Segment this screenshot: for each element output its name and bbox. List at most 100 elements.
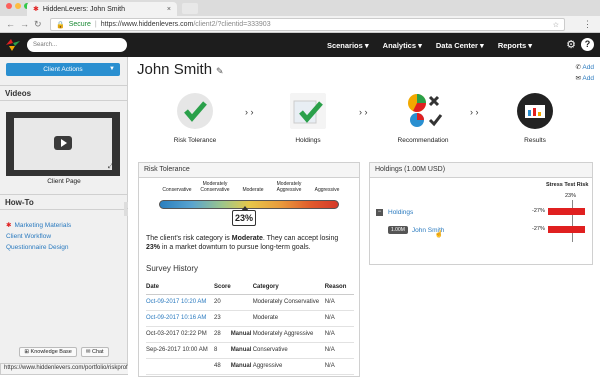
step-arrow-icon: › › bbox=[245, 107, 254, 117]
play-icon[interactable] bbox=[54, 136, 72, 150]
url-divider: | bbox=[94, 21, 97, 28]
survey-date-link[interactable]: Oct-09-2017 10:20 AM bbox=[146, 294, 214, 311]
holdings-panel-title: Holdings (1.00M USD) bbox=[370, 163, 592, 178]
survey-category: Conservative bbox=[252, 342, 325, 359]
forward-icon[interactable]: → bbox=[20, 19, 29, 29]
table-row: Oct-09-2017 10:16 AM 23 Moderate N/A bbox=[146, 310, 354, 327]
survey-reason: N/A bbox=[324, 310, 354, 327]
add-email[interactable]: ✉ Add bbox=[576, 73, 594, 84]
col-score: Score bbox=[214, 281, 231, 295]
tab-title: HiddenLevers: John Smith bbox=[42, 5, 125, 13]
howto-links: ✱ Marketing Materials Client Workflow Que… bbox=[6, 220, 71, 253]
survey-reason: N/A bbox=[324, 326, 354, 343]
menu-reports[interactable]: Reports ▾ bbox=[498, 41, 532, 50]
favicon-icon: ✱ bbox=[33, 6, 39, 13]
survey-category: Moderately Aggressive bbox=[252, 326, 325, 343]
step-label: Recommendation bbox=[397, 137, 449, 144]
client-name: John Smith bbox=[137, 61, 213, 78]
table-header-row: Date Score Category Reason bbox=[146, 281, 354, 295]
videos-section-title: Videos bbox=[0, 85, 128, 101]
survey-category: Moderate bbox=[252, 310, 325, 327]
holdings-icon bbox=[290, 93, 326, 129]
lock-icon: 🔒 bbox=[56, 21, 65, 29]
howto-link-questionnaire[interactable]: Questionnaire Design bbox=[6, 242, 71, 253]
address-bar: ← → ↻ 🔒 Secure | https://www.hiddenlever… bbox=[0, 16, 600, 33]
stress-bar-tip bbox=[578, 208, 585, 215]
holdings-group-link[interactable]: Holdings bbox=[388, 209, 413, 216]
howto-link-workflow[interactable]: Client Workflow bbox=[6, 231, 71, 242]
survey-date: Oct-03-2017 02:22 PM bbox=[146, 326, 214, 343]
menu-scenarios[interactable]: Scenarios ▾ bbox=[327, 41, 369, 50]
survey-manual: Manual bbox=[230, 358, 253, 375]
survey-date bbox=[146, 358, 214, 375]
stress-bar bbox=[548, 226, 578, 233]
table-row: Oct-03-2017 02:22 PM 28 Manual Moderatel… bbox=[146, 326, 354, 343]
hiddenlevers-logo-icon[interactable] bbox=[6, 39, 20, 51]
new-tab-button[interactable] bbox=[182, 3, 198, 14]
scale-moderately-conservative: Moderately Conservative bbox=[200, 181, 230, 193]
browser-tab[interactable]: ✱ HiddenLevers: John Smith × bbox=[27, 2, 177, 16]
phone-icon: ✆ bbox=[575, 64, 581, 71]
step-label: Results bbox=[524, 137, 546, 144]
menu-data-center[interactable]: Data Center ▾ bbox=[436, 41, 484, 50]
survey-score: 28 bbox=[214, 326, 231, 343]
add-phone[interactable]: ✆ Add bbox=[576, 62, 594, 73]
help-icon[interactable]: ? bbox=[581, 38, 594, 51]
video-thumbnail[interactable] bbox=[6, 112, 120, 176]
scale-moderately-aggressive: Moderately Aggressive bbox=[276, 181, 302, 193]
chat-button[interactable]: ✉ Chat bbox=[80, 347, 109, 357]
survey-category: Aggressive bbox=[252, 358, 325, 375]
search-placeholder: Search... bbox=[33, 42, 58, 48]
survey-date-link[interactable]: Oct-09-2017 10:16 AM bbox=[146, 310, 214, 327]
browser-menu-icon[interactable]: ⋮ bbox=[583, 19, 592, 30]
survey-score: 23 bbox=[214, 310, 231, 327]
howto-link-marketing[interactable]: Marketing Materials bbox=[14, 220, 71, 231]
back-icon[interactable]: ← bbox=[6, 19, 15, 29]
tab-close-icon[interactable]: × bbox=[167, 6, 171, 13]
risk-gauge-bar bbox=[159, 200, 339, 209]
recommendation-icon bbox=[405, 93, 443, 129]
main-content: John Smith ✎ ✆ Add ✉ Add Risk Tolerance ›… bbox=[128, 57, 600, 377]
survey-manual bbox=[230, 310, 253, 327]
workflow-steps: Risk Tolerance › › Holdings › › Recommen… bbox=[128, 93, 600, 148]
client-actions-button[interactable]: Client Actions ▼ bbox=[6, 63, 120, 76]
add-email-label: Add bbox=[582, 75, 594, 82]
step-label: Holdings bbox=[295, 137, 321, 144]
stress-test-header: Stress Test Risk bbox=[546, 182, 589, 188]
expand-icon[interactable]: ⤢ bbox=[108, 163, 114, 171]
risk-desc-category: Moderate bbox=[231, 235, 263, 242]
browser-tab-strip: ✱ HiddenLevers: John Smith × bbox=[0, 0, 600, 16]
page-title: John Smith ✎ bbox=[137, 61, 224, 78]
account-pct: -27% bbox=[532, 226, 545, 232]
collapse-minus-icon[interactable]: − bbox=[376, 208, 383, 216]
holdings-group-pct: -27% bbox=[532, 208, 545, 214]
risk-desc-pct: 23% bbox=[146, 244, 161, 251]
mail-icon: ✉ bbox=[575, 75, 581, 82]
survey-history-title: Survey History bbox=[146, 264, 199, 273]
gear-icon[interactable]: ⚙ bbox=[566, 38, 576, 51]
edit-icon[interactable]: ✎ bbox=[216, 66, 224, 76]
knowledge-base-button[interactable]: ⊞ Knowledge Base bbox=[19, 347, 77, 357]
risk-desc-mid: . They can accept losing bbox=[262, 235, 339, 242]
search-input[interactable]: Search... bbox=[27, 38, 127, 52]
sidebar-footer: ⊞ Knowledge Base ✉ Chat bbox=[0, 347, 128, 357]
scale-conservative: Conservative bbox=[162, 187, 192, 193]
risk-tolerance-panel: Risk Tolerance Conservative Moderately C… bbox=[138, 162, 360, 377]
url-input[interactable]: 🔒 Secure | https://www.hiddenlevers.com /… bbox=[50, 18, 565, 31]
table-row: Sep-26-2017 10:00 AM 8 Manual Conservati… bbox=[146, 342, 354, 359]
stress-bar-tip bbox=[578, 226, 585, 233]
risk-tolerance-icon bbox=[177, 93, 213, 129]
survey-date: Sep-26-2017 10:00 AM bbox=[146, 342, 214, 359]
scale-aggressive: Aggressive bbox=[314, 187, 340, 193]
video-caption: Client Page bbox=[47, 178, 81, 185]
survey-score: 8 bbox=[214, 342, 231, 359]
results-icon bbox=[517, 93, 553, 129]
risk-scale-labels: Conservative Moderately Conservative Mod… bbox=[157, 179, 347, 199]
bookmark-star-icon[interactable]: ☆ bbox=[553, 21, 559, 29]
survey-category: Moderately Conservative bbox=[252, 294, 325, 311]
reload-icon[interactable]: ↻ bbox=[34, 19, 42, 30]
col-category: Category bbox=[252, 281, 325, 295]
menu-analytics[interactable]: Analytics ▾ bbox=[383, 41, 422, 50]
risk-description: The client's risk category is Moderate. … bbox=[146, 234, 354, 252]
col-date: Date bbox=[146, 281, 214, 295]
